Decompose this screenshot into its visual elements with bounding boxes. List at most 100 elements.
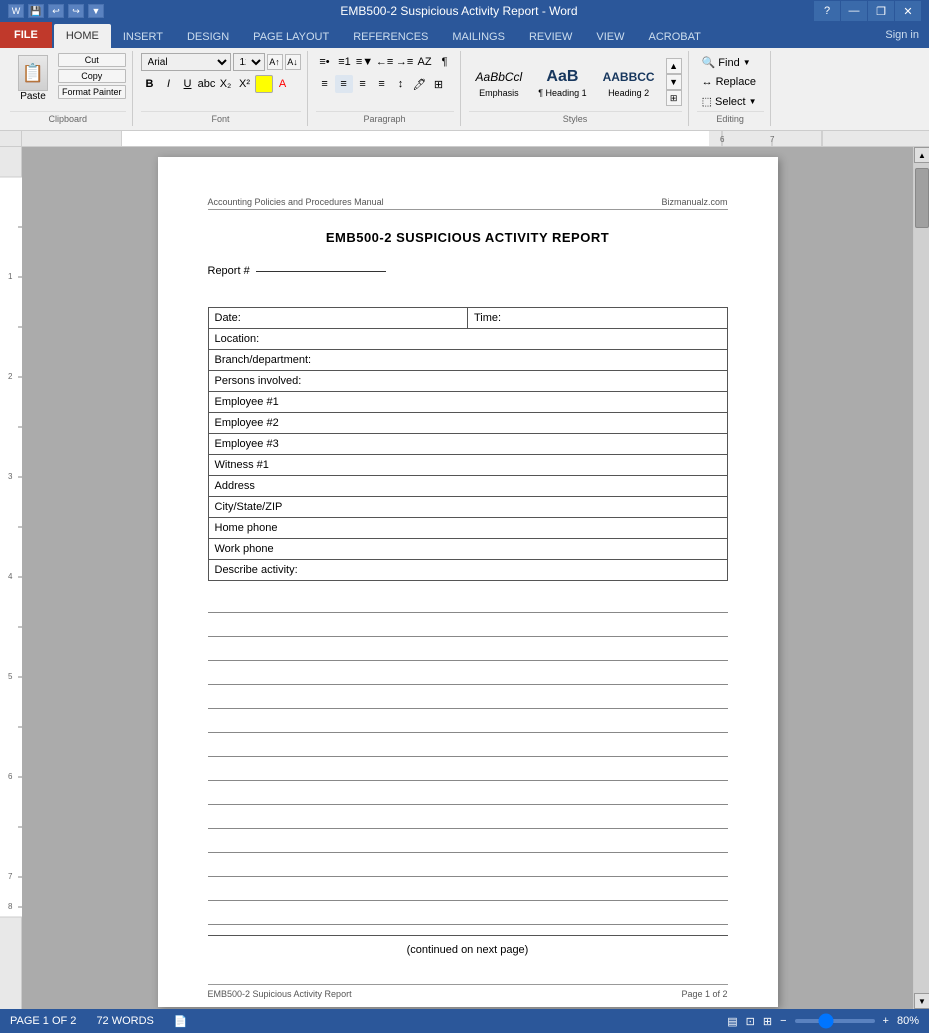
quick-access-customize[interactable]: ▼	[88, 4, 104, 18]
format-painter-button[interactable]: Format Painter	[58, 85, 126, 99]
tab-view[interactable]: VIEW	[584, 26, 636, 48]
strikethrough-button[interactable]: abc	[198, 75, 216, 93]
write-line-3	[208, 639, 728, 661]
tab-references[interactable]: REFERENCES	[341, 26, 440, 48]
tab-page-layout[interactable]: PAGE LAYOUT	[241, 26, 341, 48]
write-line-2	[208, 615, 728, 637]
shading-button[interactable]: 🖊	[411, 75, 429, 93]
styles-down-button[interactable]: ▼	[666, 74, 682, 90]
close-button[interactable]: ✕	[895, 1, 921, 21]
write-line-6	[208, 711, 728, 733]
word-count-text: 72 WORDS	[96, 1015, 153, 1027]
restore-button[interactable]: ❐	[868, 1, 894, 21]
vertical-scrollbar: ▲ ▼	[913, 147, 929, 1009]
sort-button[interactable]: AZ	[416, 53, 434, 71]
zoom-in-icon[interactable]: +	[883, 1015, 889, 1027]
write-line-7	[208, 735, 728, 757]
paste-label: Paste	[20, 91, 46, 102]
minimize-button[interactable]: —	[841, 1, 867, 21]
align-right-button[interactable]: ≡	[354, 75, 372, 93]
work-phone-cell: Work phone	[209, 539, 727, 559]
emphasis-label: Emphasis	[479, 88, 519, 98]
tab-insert[interactable]: INSERT	[111, 26, 175, 48]
line-spacing-button[interactable]: ↕	[392, 75, 410, 93]
bold-button[interactable]: B	[141, 75, 159, 93]
view-full-read-icon[interactable]: ⊡	[746, 1015, 755, 1028]
home-phone-cell: Home phone	[209, 518, 727, 538]
scroll-thumb[interactable]	[915, 168, 929, 228]
page-header: Accounting Policies and Procedures Manua…	[208, 197, 728, 210]
svg-text:3: 3	[8, 472, 13, 481]
show-marks-button[interactable]: ¶	[436, 53, 454, 71]
borders-button[interactable]: ⊞	[430, 75, 448, 93]
view-web-icon[interactable]: ⊞	[763, 1015, 772, 1028]
style-emphasis[interactable]: AaBbCcl Emphasis	[469, 63, 530, 101]
copy-button[interactable]: Copy	[58, 69, 126, 83]
write-line-13	[208, 879, 728, 901]
replace-button[interactable]: ↔ Replace	[697, 73, 761, 91]
tab-file[interactable]: FILE	[0, 22, 52, 48]
ruler-page-region	[122, 131, 709, 146]
work-phone-row: Work phone	[208, 538, 728, 559]
bullets-button[interactable]: ≡•	[316, 53, 334, 71]
numbering-button[interactable]: ≡1	[336, 53, 354, 71]
tab-acrobat[interactable]: ACROBAT	[636, 26, 712, 48]
font-color-button[interactable]: A	[274, 75, 292, 93]
superscript-button[interactable]: X²	[236, 75, 254, 93]
write-line-12	[208, 855, 728, 877]
quick-access-save[interactable]: 💾	[28, 4, 44, 18]
italic-button[interactable]: I	[160, 75, 178, 93]
text-highlight-button[interactable]: A	[255, 75, 273, 93]
cut-button[interactable]: Cut	[58, 53, 126, 67]
tab-home[interactable]: HOME	[54, 24, 111, 48]
zoom-out-icon[interactable]: −	[780, 1015, 786, 1027]
quick-access-redo[interactable]: ↪	[68, 4, 84, 18]
quick-access-undo[interactable]: ↩	[48, 4, 64, 18]
shrink-font-button[interactable]: A↓	[285, 54, 301, 70]
emp1-cell: Employee #1	[209, 392, 727, 412]
decrease-indent-button[interactable]: ←≡	[376, 53, 394, 71]
window-title: EMB500-2 Suspicious Activity Report - Wo…	[104, 4, 814, 18]
scroll-track[interactable]	[914, 163, 929, 993]
justify-button[interactable]: ≡	[373, 75, 391, 93]
subscript-button[interactable]: X₂	[217, 75, 235, 93]
select-button[interactable]: ⬚ Select ▼	[697, 92, 762, 111]
grow-font-button[interactable]: A↑	[267, 54, 283, 70]
view-print-icon[interactable]: ▤	[727, 1015, 737, 1028]
write-line-5	[208, 687, 728, 709]
font-size-select[interactable]: 12	[233, 53, 265, 71]
scroll-down-button[interactable]: ▼	[914, 993, 929, 1009]
increase-indent-button[interactable]: →≡	[396, 53, 414, 71]
binoculars-icon: 🔍	[702, 56, 716, 69]
font-name-select[interactable]: Arial	[141, 53, 231, 71]
zoom-level-text[interactable]: 80%	[897, 1015, 919, 1027]
report-num-label: Report #	[208, 265, 250, 277]
multilevel-list-button[interactable]: ≡▼	[356, 53, 374, 71]
ribbon-tab-bar: FILE HOME INSERT DESIGN PAGE LAYOUT REFE…	[0, 22, 929, 48]
styles-expand-button[interactable]: ⊞	[666, 90, 682, 106]
location-row: Location:	[208, 328, 728, 349]
scroll-up-button[interactable]: ▲	[914, 147, 929, 163]
tab-design[interactable]: DESIGN	[175, 26, 241, 48]
sign-in-link[interactable]: Sign in	[875, 26, 929, 44]
word-count-status: 72 WORDS	[96, 1015, 153, 1027]
align-center-button[interactable]: ≡	[335, 75, 353, 93]
style-heading2[interactable]: AABBCC Heading 2	[596, 63, 662, 101]
styles-up-button[interactable]: ▲	[666, 58, 682, 74]
replace-label: Replace	[716, 76, 756, 88]
help-button[interactable]: ?	[814, 1, 840, 21]
emp2-cell: Employee #2	[209, 413, 727, 433]
font-label: Font	[141, 111, 301, 124]
city-row: City/State/ZIP	[208, 496, 728, 517]
main-area: 1 2 3 4 5 6 7 8 Accountin	[0, 147, 929, 1009]
persons-cell: Persons involved:	[209, 371, 727, 391]
date-cell: Date:	[209, 308, 469, 328]
find-button[interactable]: 🔍 Find ▼	[697, 53, 756, 72]
align-left-button[interactable]: ≡	[316, 75, 334, 93]
tab-mailings[interactable]: MAILINGS	[440, 26, 517, 48]
tab-review[interactable]: REVIEW	[517, 26, 584, 48]
paste-button[interactable]: 📋 Paste	[10, 53, 56, 111]
style-heading1[interactable]: AaB ¶ Heading 1	[531, 63, 593, 101]
zoom-slider[interactable]	[795, 1019, 875, 1023]
underline-button[interactable]: U	[179, 75, 197, 93]
